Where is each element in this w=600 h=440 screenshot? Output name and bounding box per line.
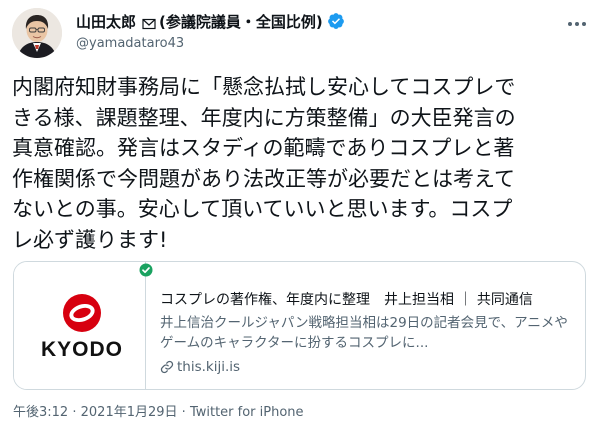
author-display-name[interactable]: 山田太郎	[76, 11, 136, 32]
tweet-date[interactable]: 2021年1月29日	[81, 405, 178, 420]
tweet-time[interactable]: 午後3:12	[13, 405, 68, 420]
author[interactable]: 山田太郎 (参議院議員・全国比例) @yamadataro43	[76, 10, 546, 54]
more-horizontal-icon[interactable]	[564, 14, 590, 34]
avatar-image	[12, 8, 62, 58]
tweet: 山田太郎 (参議院議員・全国比例) @yamadataro43 内閣府知財事務局…	[0, 0, 600, 440]
envelope-icon	[142, 15, 156, 30]
check-shield-icon	[139, 262, 153, 277]
card-description: 井上信治クールジャパン戦略担当相は29日の記者会見で、アニメやゲームのキャラクタ…	[160, 315, 568, 351]
kyodo-logo-text: KYODO	[40, 338, 123, 361]
meta-separator: ·	[181, 405, 186, 420]
author-handle[interactable]: @yamadataro43	[76, 36, 546, 54]
author-name-row: 山田太郎 (参議院議員・全国比例)	[76, 10, 546, 32]
verified-badge-icon	[327, 12, 345, 30]
avatar[interactable]	[12, 8, 62, 58]
kyodo-logo-mark	[63, 294, 101, 332]
card-domain-row: this.kiji.is	[160, 357, 580, 377]
card-thumbnail: KYODO	[14, 262, 146, 389]
meta-separator: ·	[72, 405, 77, 420]
link-card[interactable]: KYODO コスプレの著作権、年度内に整理 井上担当相 ｜ 共同通信 井上信治ク…	[13, 261, 586, 390]
card-domain[interactable]: this.kiji.is	[177, 359, 240, 375]
tweet-meta: 午後3:12 · 2021年1月29日 · Twitter for iPhone	[13, 402, 304, 424]
link-icon	[160, 360, 174, 374]
tweet-source[interactable]: Twitter for iPhone	[190, 405, 304, 420]
author-name-suffix: (参議院議員・全国比例)	[159, 12, 323, 31]
card-body: コスプレの著作権、年度内に整理 井上担当相 ｜ 共同通信 井上信治クールジャパン…	[160, 290, 580, 377]
tweet-text: 内閣府知財事務局に「懸念払拭し安心してコスプレで きる様、課題整理、年度内に方策…	[12, 75, 516, 252]
kyodo-logo: KYODO	[32, 292, 132, 364]
card-title[interactable]: コスプレの著作権、年度内に整理 井上担当相 ｜ 共同通信	[160, 290, 580, 311]
